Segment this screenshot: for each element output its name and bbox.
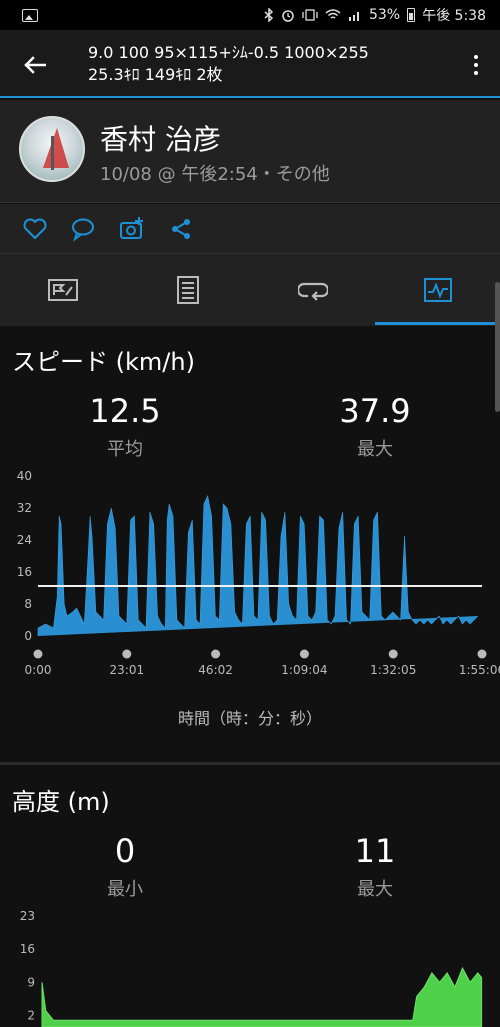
status-bar: 53% 午後 5:38 — [0, 0, 500, 30]
document-icon — [176, 276, 199, 304]
profile-header — [0, 100, 500, 203]
elevation-y-tick-label: 9 — [27, 975, 35, 989]
avatar[interactable] — [19, 116, 85, 182]
speed-x-tick-label: 46:02 — [198, 663, 233, 677]
elevation-y-tick-label: 16 — [20, 942, 35, 956]
image-icon — [22, 8, 38, 22]
speed-x-tick-label: 1:09:04 — [281, 663, 327, 677]
tab-laps[interactable] — [250, 254, 375, 326]
share-icon[interactable] — [168, 216, 194, 242]
speed-y-tick-label: 40 — [17, 469, 32, 483]
bluetooth-icon — [264, 8, 274, 22]
speed-x-tick-dot — [477, 649, 487, 659]
speed-title: スピード (km/h) — [12, 348, 195, 376]
user-name[interactable]: 香村 治彦 — [100, 118, 221, 158]
activity-meta: 10/08 @ 午後2:54・その他 — [100, 164, 330, 185]
overflow-menu-button[interactable] — [464, 48, 488, 82]
comment-icon[interactable] — [70, 216, 96, 242]
speed-x-tick-label: 23:01 — [110, 663, 145, 677]
speed-y-tick-label: 32 — [17, 501, 32, 515]
battery-percent: 53% — [368, 7, 401, 23]
elevation-y-tick-label: 23 — [20, 909, 35, 923]
speed-x-tick-dot — [388, 649, 398, 659]
speed-x-tick-dot — [299, 649, 309, 659]
speed-max-value: 37.9 — [339, 392, 411, 430]
speed-x-tick-dot — [33, 649, 43, 659]
clock: 午後 5:38 — [422, 8, 486, 24]
battery-icon — [407, 8, 416, 22]
speed-max-label: 最大 — [357, 439, 393, 460]
speed-x-tick-dot — [122, 649, 132, 659]
action-bar — [0, 204, 500, 254]
activity-title-line1: 9.0 100 95×115+ｼﾑ-0.5 1000×255 — [88, 43, 369, 62]
flag-card-icon — [47, 279, 78, 301]
speed-x-tick-label: 0:00 — [25, 663, 52, 677]
wifi-icon — [325, 9, 341, 19]
section-divider — [0, 762, 500, 765]
speed-x-tick-label: 1:55:06 — [459, 663, 500, 677]
add-photo-icon[interactable] — [119, 216, 145, 242]
chart-icon — [423, 278, 452, 302]
active-tab-indicator — [375, 322, 500, 325]
elevation-area-series — [41, 966, 483, 1027]
speed-area-series — [37, 495, 479, 636]
elevation-max-label: 最大 — [357, 879, 393, 900]
elevation-max-value: 11 — [354, 832, 396, 870]
speed-chart: 0 8 16 24 32 40 0:00 23:01 46:02 1:09:04 1:32:05 1:… — [17, 469, 500, 677]
speed-avg-value: 12.5 — [89, 392, 161, 430]
tab-bar — [0, 254, 500, 326]
loop-icon — [297, 282, 328, 301]
speed-y-tick-label: 16 — [17, 565, 32, 579]
speed-x-tick-label: 1:32:05 — [370, 663, 416, 677]
speed-y-tick-label: 0 — [24, 629, 32, 643]
elevation-chart: 2 9 16 23 — [20, 909, 483, 1027]
like-icon[interactable] — [22, 216, 48, 242]
vibrate-icon — [302, 9, 318, 21]
tab-summary[interactable] — [0, 254, 125, 326]
elevation-title: 高度 (m) — [12, 788, 110, 816]
speed-avg-label: 平均 — [107, 439, 143, 460]
tab-details[interactable] — [125, 254, 250, 326]
activity-title: 9.0 100 95×115+ｼﾑ-0.5 1000×255 25.3ｷﾛ 14… — [88, 42, 458, 86]
activity-title-line2: 25.3ｷﾛ 149ｷﾛ 2枚 — [88, 65, 223, 84]
scrollbar[interactable] — [495, 282, 500, 412]
speed-x-axis-title: 時間（時：分：秒） — [177, 709, 322, 728]
elevation-min-value: 0 — [114, 832, 136, 870]
signal-icon — [348, 12, 359, 21]
elevation-min-label: 最小 — [107, 879, 143, 900]
speed-y-tick-label: 8 — [24, 597, 32, 611]
tab-charts[interactable] — [375, 254, 500, 326]
back-button[interactable] — [18, 48, 52, 82]
speed-x-tick-dot — [211, 649, 221, 659]
elevation-y-tick-label: 2 — [27, 1009, 35, 1023]
back-arrow-icon — [24, 56, 46, 74]
app-bar: 9.0 100 95×115+ｼﾑ-0.5 1000×255 25.3ｷﾛ 14… — [0, 30, 500, 98]
speed-y-tick-label: 24 — [17, 533, 32, 547]
alarm-icon — [282, 10, 294, 22]
